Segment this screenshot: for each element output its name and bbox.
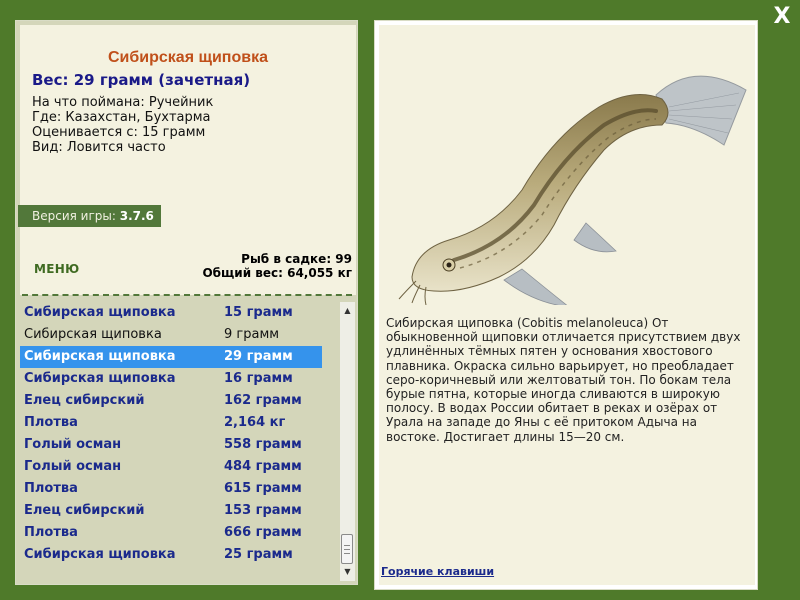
- scroll-down-arrow-icon[interactable]: ▼: [340, 565, 355, 579]
- list-item-name: Сибирская щиповка: [24, 371, 176, 386]
- detail-location: Где: Казахстан, Бухтарма: [32, 110, 211, 125]
- total-weight: Общий вес: 64,055 кг: [202, 266, 352, 280]
- fish-count: Рыб в садке: 99: [241, 252, 352, 266]
- version-value: 3.7.6: [119, 209, 154, 223]
- scroll-thumb[interactable]: [341, 534, 353, 564]
- list-item[interactable]: Елец сибирский 162 грамм: [20, 390, 322, 412]
- fish-image: [398, 75, 747, 305]
- fish-preview-panel: Сибирская щиповка (Cobitis melanoleuca) …: [379, 25, 755, 585]
- list-item[interactable]: Сибирская щиповка 9 грамм: [20, 324, 322, 346]
- fish-weight: Вес: 29 грамм (зачетная): [32, 71, 251, 89]
- list-item[interactable]: Сибирская щиповка 15 грамм: [20, 302, 322, 324]
- list-item-name: Сибирская щиповка: [24, 349, 176, 364]
- list-item-weight: 2,164 кг: [224, 415, 286, 430]
- list-item-name: Плотва: [24, 525, 78, 540]
- close-icon[interactable]: X: [769, 4, 795, 30]
- fish-description: Сибирская щиповка (Cobitis melanoleuca) …: [386, 316, 741, 444]
- list-item-name: Плотва: [24, 415, 78, 430]
- list-item-weight: 15 грамм: [224, 305, 293, 320]
- menu-button[interactable]: МЕНЮ: [34, 262, 79, 276]
- list-item-name: Голый осман: [24, 459, 122, 474]
- list-item[interactable]: Плотва 2,164 кг: [20, 412, 322, 434]
- detail-min-weight: Оценивается с: 15 грамм: [32, 125, 206, 140]
- list-item-weight: 153 грамм: [224, 503, 302, 518]
- list-item[interactable]: Голый осман 484 грамм: [20, 456, 322, 478]
- list-item-weight: 25 грамм: [224, 547, 293, 562]
- scroll-up-arrow-icon[interactable]: ▲: [340, 304, 355, 318]
- divider: [22, 294, 352, 296]
- list-item[interactable]: Елец сибирский 153 грамм: [20, 500, 322, 522]
- list-item-weight: 558 грамм: [224, 437, 302, 452]
- list-item[interactable]: Плотва 666 грамм: [20, 522, 322, 544]
- detail-bait: На что поймана: Ручейник: [32, 95, 214, 110]
- version-label: Версия игры:: [32, 209, 116, 223]
- list-item-name: Плотва: [24, 481, 78, 496]
- list-item-name: Сибирская щиповка: [24, 305, 176, 320]
- list-item-name: Сибирская щиповка: [24, 547, 176, 562]
- fish-title: Сибирская щиповка: [108, 49, 268, 66]
- list-item-weight: 16 грамм: [224, 371, 293, 386]
- list-item[interactable]: Плотва 615 грамм: [20, 478, 322, 500]
- catch-list[interactable]: Сибирская щиповка 15 грамм Сибирская щипов…: [20, 302, 340, 580]
- list-item-weight: 29 грамм: [224, 349, 293, 364]
- list-item-name: Голый осман: [24, 437, 122, 452]
- list-item-weight: 162 грамм: [224, 393, 302, 408]
- list-item-weight: 9 грамм: [224, 327, 280, 342]
- list-item-weight: 615 грамм: [224, 481, 302, 496]
- list-item-name: Елец сибирский: [24, 503, 145, 518]
- keepnet-stats: Рыб в садке: 99 Общий вес: 64,055 кг: [202, 252, 352, 280]
- fish-details: На что поймана: Ручейник Где: Казахстан,…: [32, 95, 213, 155]
- list-item-weight: 484 грамм: [224, 459, 302, 474]
- list-item[interactable]: Сибирская щиповка 16 грамм: [20, 368, 322, 390]
- list-item[interactable]: Голый осман 558 грамм: [20, 434, 322, 456]
- list-item-name: Елец сибирский: [24, 393, 145, 408]
- version-badge: Версия игры: 3.7.6: [18, 205, 161, 227]
- hotkeys-link[interactable]: Горячие клавиши: [381, 565, 494, 578]
- list-item[interactable]: Сибирская щиповка 25 грамм: [20, 544, 322, 566]
- list-item[interactable]: Сибирская щиповка 29 грамм: [20, 346, 322, 368]
- list-scrollbar[interactable]: ▲ ▼: [340, 302, 355, 581]
- list-item-weight: 666 грамм: [224, 525, 302, 540]
- detail-frequency: Вид: Ловится часто: [32, 140, 166, 155]
- list-item-name: Сибирская щиповка: [24, 327, 162, 342]
